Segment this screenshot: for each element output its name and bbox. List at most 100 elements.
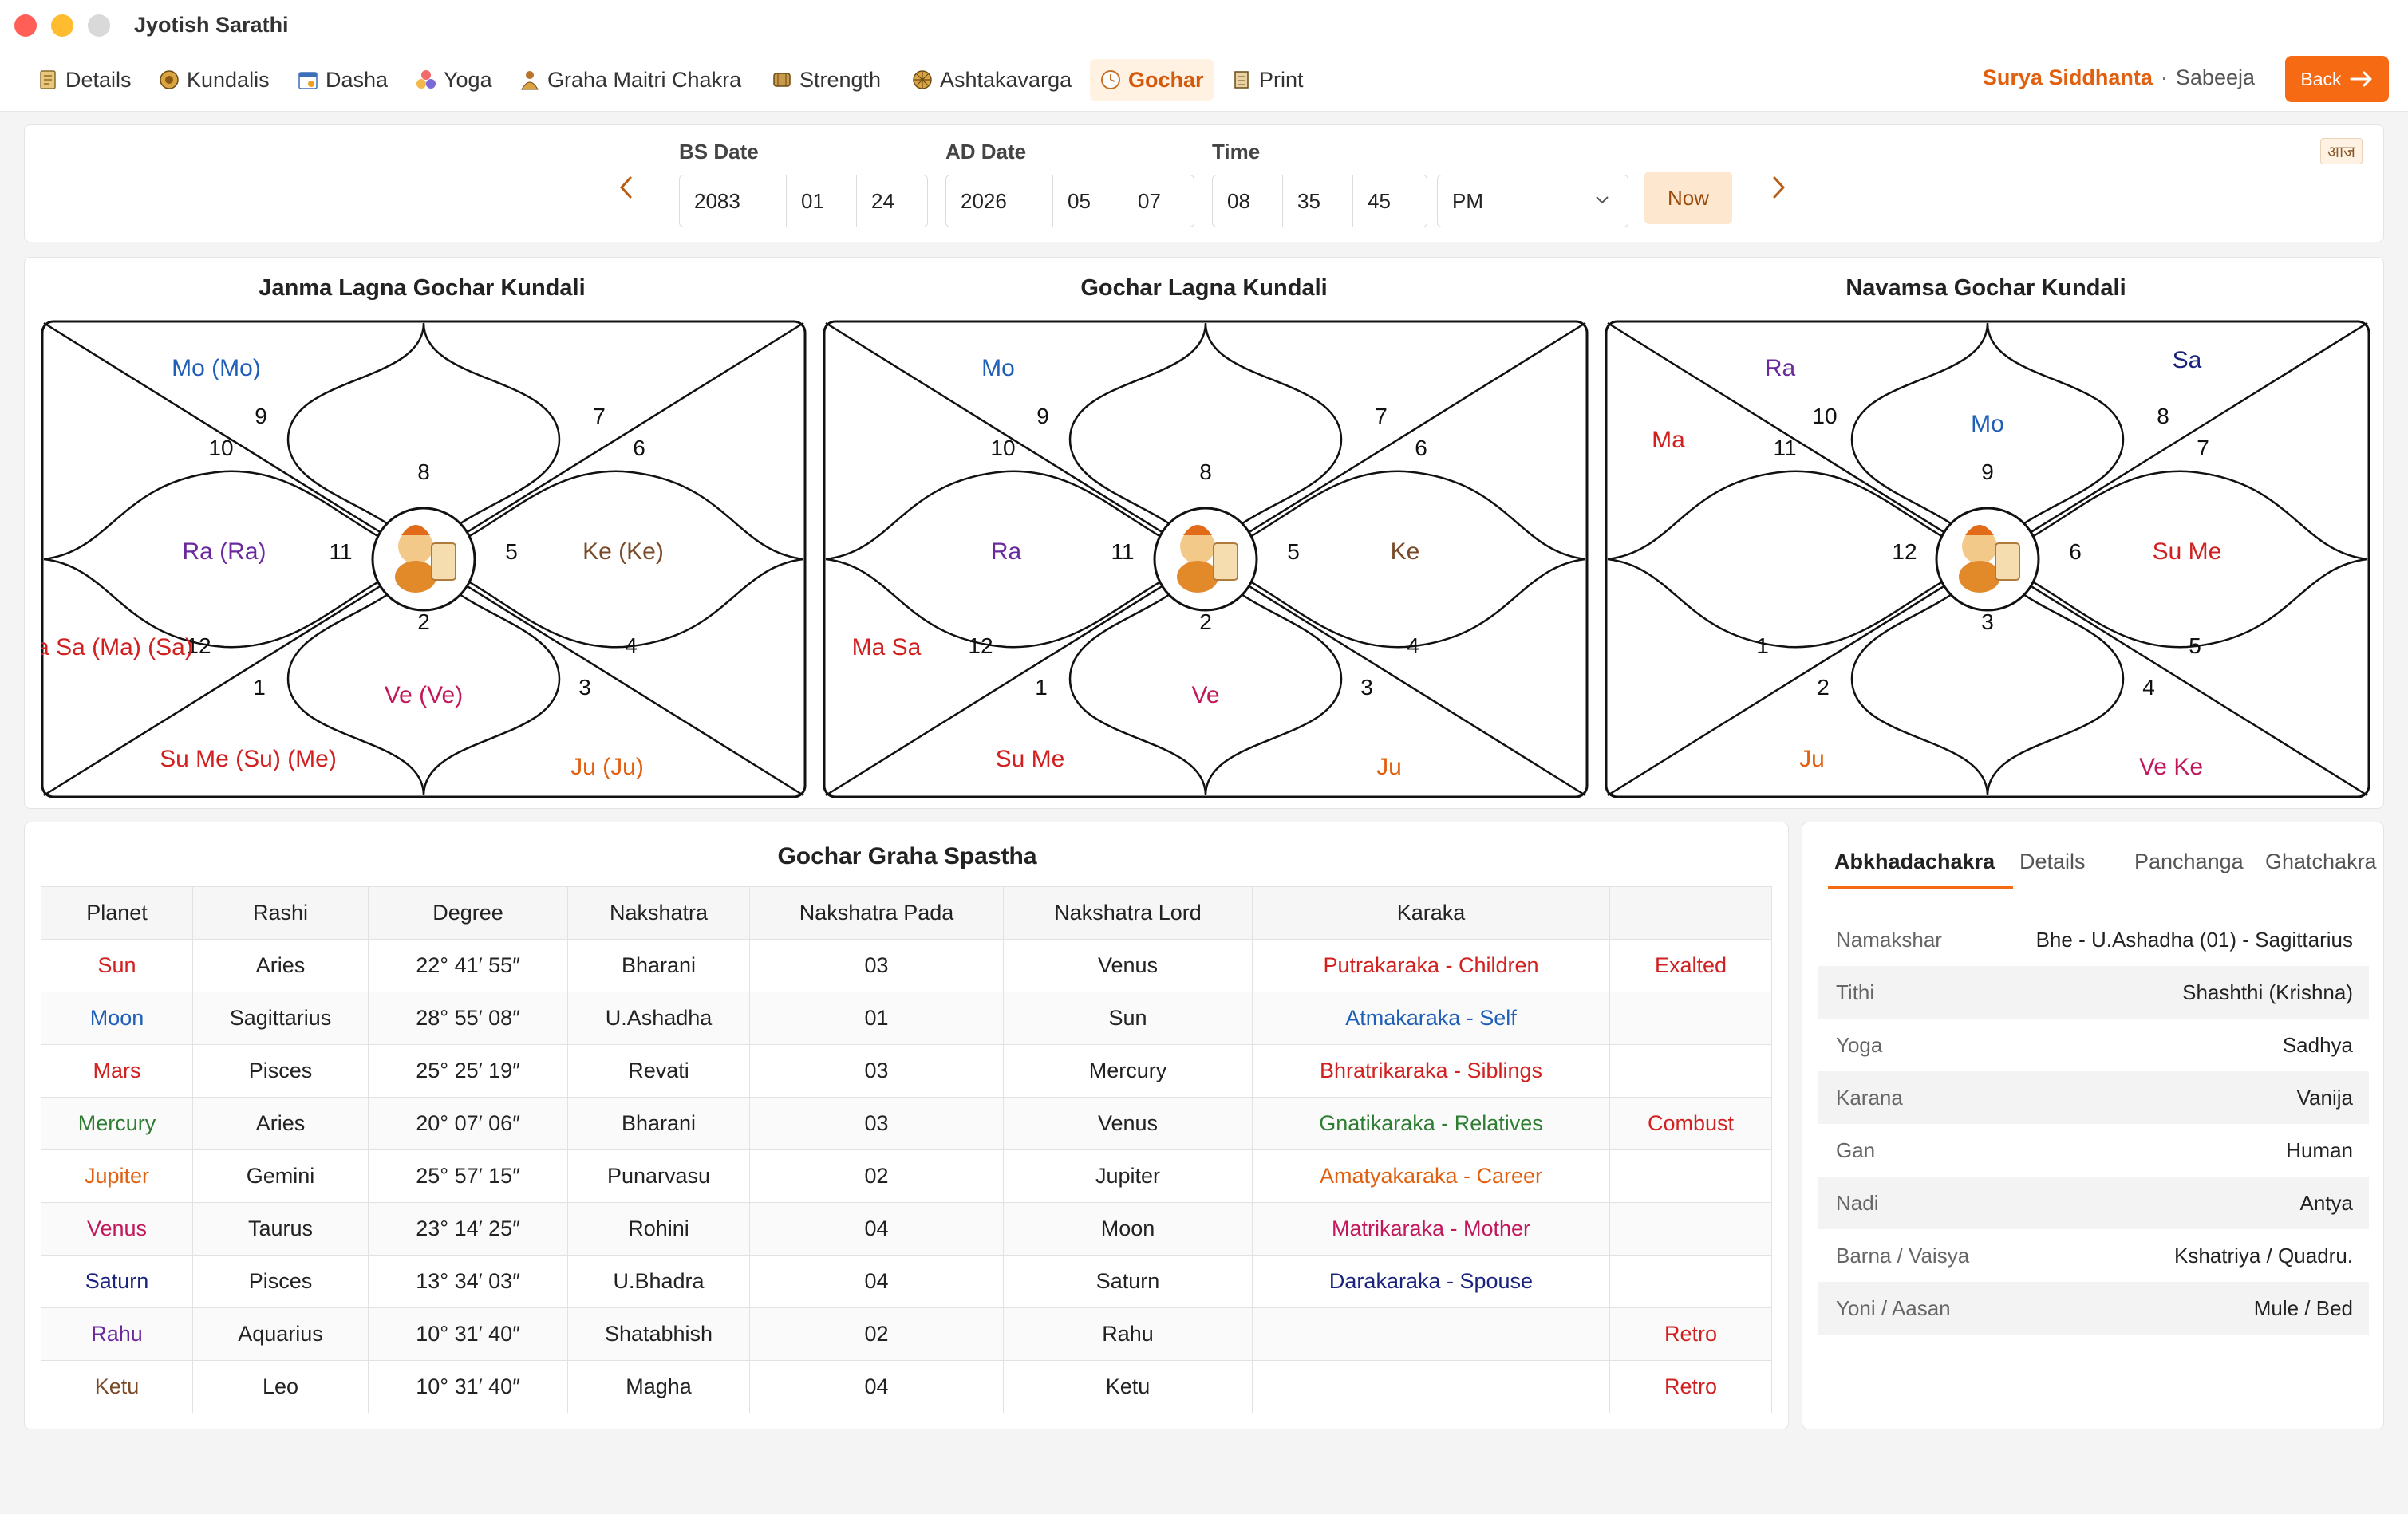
tab-ghatchakra[interactable]: Ghatchakra (2265, 850, 2377, 874)
karaka-cell: Gnatikaraka - Relatives (1252, 1097, 1610, 1150)
nav-item-ashtakavarga[interactable]: Ashtakavarga (902, 59, 1081, 101)
nav-bar: Details Kundalis Dasha Yoga Graha Maitri… (0, 51, 2408, 112)
rashi-cell: Sagittarius (192, 992, 369, 1045)
ad-year-input[interactable]: 2026 (946, 175, 1053, 227)
tab-abkhadachakra[interactable]: Abkhadachakra (1834, 850, 1995, 874)
nav-label: Print (1259, 67, 1304, 92)
info-value: Human (2286, 1137, 2353, 1162)
chevron-down-icon (1596, 196, 1609, 204)
table-row[interactable]: Saturn Pisces 13° 34′ 03″ U.Bhadra 04 Saturn D… (41, 1255, 1772, 1308)
planet-label: Ju (Ju) (570, 754, 644, 780)
next-date-button[interactable] (1769, 173, 1788, 207)
tab-details[interactable]: Details (2019, 850, 2086, 874)
nav-item-kundalis[interactable]: Kundalis (148, 59, 279, 101)
table-row[interactable]: Rahu Aquarius 10° 31′ 40″ Shatabhish 02 Rahu R… (41, 1307, 1772, 1361)
house-number: 10 (990, 436, 1015, 460)
bs-year-input[interactable]: 2083 (680, 175, 787, 227)
second-input[interactable]: 45 (1353, 175, 1427, 227)
planet-label: Ma Sa (852, 634, 922, 660)
nav-item-strength[interactable]: Strength (761, 59, 890, 101)
table-row[interactable]: Moon Sagittarius 28° 55′ 08″ U.Ashadha 01 Sun… (41, 992, 1772, 1045)
table-row[interactable]: Sun Aries 22° 41′ 55″ Bharani 03 Venus Putraka… (41, 939, 1772, 992)
planet-label: Ma Sa (Ma) (Sa) (41, 634, 193, 660)
house-number: 12 (1892, 539, 1917, 564)
table-row[interactable]: Jupiter Gemini 25° 57′ 15″ Punarvasu 02 Jupit… (41, 1149, 1772, 1203)
today-badge[interactable]: आज (2319, 138, 2363, 164)
nav-item-yoga[interactable]: Yoga (405, 59, 502, 101)
planet-cell: Sun (41, 939, 193, 992)
planet-label: Ke (1391, 538, 1420, 565)
kundali-chart-navamsa: 9 8 7 6 5 4 3 2 1 12 11 10 Mo Ra Ma Sa Su Me Ju Ve Ke (1605, 320, 2370, 798)
nakshatra-cell: Shatabhish (567, 1307, 750, 1361)
info-row: Namakshar Bhe - U.Ashadha (01) - Sagittar… (1818, 913, 2369, 966)
ad-day-input[interactable]: 07 (1123, 175, 1194, 227)
kundali-frame (1605, 320, 2370, 798)
degree-cell: 10° 31′ 40″ (368, 1360, 568, 1413)
house-number: 5 (1287, 539, 1300, 564)
nav-item-dasha[interactable]: Dasha (287, 59, 397, 101)
kundali-title-gochar: Gochar Lagna Kundali (1080, 275, 1328, 301)
planet-cell: Jupiter (41, 1149, 193, 1203)
bs-day-input[interactable]: 24 (857, 175, 927, 227)
minute-input[interactable]: 35 (1283, 175, 1353, 227)
back-button[interactable]: Back (2285, 56, 2389, 102)
mode-label[interactable]: Sabeeja (2176, 65, 2255, 90)
rashi-cell: Aries (192, 939, 369, 992)
nav-item-print[interactable]: Print (1221, 59, 1313, 101)
ampm-select[interactable]: PM (1437, 175, 1628, 227)
degree-cell: 23° 14′ 25″ (368, 1202, 568, 1256)
info-value: Kshatriya / Quadru. (2174, 1243, 2353, 1268)
info-key: Barna / Vaisya (1836, 1243, 1970, 1268)
nav-label: Yoga (444, 67, 492, 92)
house-number: 11 (1111, 539, 1134, 564)
planet-label: Ju (1376, 754, 1402, 780)
pada-cell: 03 (749, 1097, 1004, 1150)
bs-month-input[interactable]: 01 (787, 175, 857, 227)
table-row[interactable]: Mercury Aries 20° 07′ 06″ Bharani 03 Venus Gna… (41, 1097, 1772, 1150)
planet-label: Ra (1765, 355, 1796, 381)
house-number: 4 (2142, 675, 2155, 700)
hour-input[interactable]: 08 (1213, 175, 1283, 227)
planet-cell: Mars (41, 1044, 193, 1098)
table-row[interactable]: Ketu Leo 10° 31′ 40″ Magha 04 Ketu Retro (41, 1360, 1772, 1413)
tab-panchanga[interactable]: Panchanga (2134, 850, 2244, 874)
info-value: Mule / Bed (2253, 1295, 2353, 1320)
nav-item-graha-maitri[interactable]: Graha Maitri Chakra (509, 59, 751, 101)
planet-cell: Rahu (41, 1307, 193, 1361)
ad-date-label: AD Date (945, 140, 1027, 164)
info-row: Tithi Shashthi (Krishna) (1818, 966, 2369, 1019)
karaka-cell: Bhratrikaraka - Siblings (1252, 1044, 1610, 1098)
degree-cell: 20° 07′ 06″ (368, 1097, 568, 1150)
siddhanta-label[interactable]: Surya Siddhanta (1983, 65, 2153, 90)
status-cell (1609, 1255, 1772, 1308)
status-cell (1609, 1202, 1772, 1256)
house-number: 2 (417, 609, 430, 634)
minimize-window-button[interactable] (51, 14, 73, 37)
lord-cell: Saturn (1003, 1255, 1253, 1308)
clock-icon (1101, 70, 1120, 89)
info-key: Karana (1836, 1085, 1903, 1110)
status-cell (1609, 992, 1772, 1045)
col-header: Nakshatra Lord (1003, 886, 1253, 940)
ad-month-input[interactable]: 05 (1053, 175, 1123, 227)
status-cell: Combust (1609, 1097, 1772, 1150)
table-row[interactable]: Mars Pisces 25° 25′ 19″ Revati 03 Mercury Bhra… (41, 1044, 1772, 1098)
table-row[interactable]: Venus Taurus 23° 14′ 25″ Rohini 04 Moon Matrik… (41, 1202, 1772, 1256)
house-number: 3 (578, 675, 591, 700)
nav-label: Kundalis (187, 67, 270, 92)
degree-cell: 13° 34′ 03″ (368, 1255, 568, 1308)
rashi-cell: Taurus (192, 1202, 369, 1256)
ampm-value: PM (1452, 188, 1483, 213)
prev-date-button[interactable] (617, 173, 636, 207)
planet-label: Mo (1971, 411, 2004, 437)
zoom-window-button[interactable] (88, 14, 110, 37)
close-window-button[interactable] (14, 14, 37, 37)
nav-item-details[interactable]: Details (27, 59, 141, 101)
house-number: 6 (1415, 436, 1427, 460)
karaka-cell: Darakaraka - Spouse (1252, 1255, 1610, 1308)
date-panel: BS Date 2083 01 24 AD Date 2026 05 07 Ti… (24, 124, 2384, 242)
nav-item-gochar[interactable]: Gochar (1090, 59, 1214, 101)
now-button[interactable]: Now (1644, 172, 1732, 224)
rashi-cell: Gemini (192, 1149, 369, 1203)
pada-cell: 04 (749, 1360, 1004, 1413)
